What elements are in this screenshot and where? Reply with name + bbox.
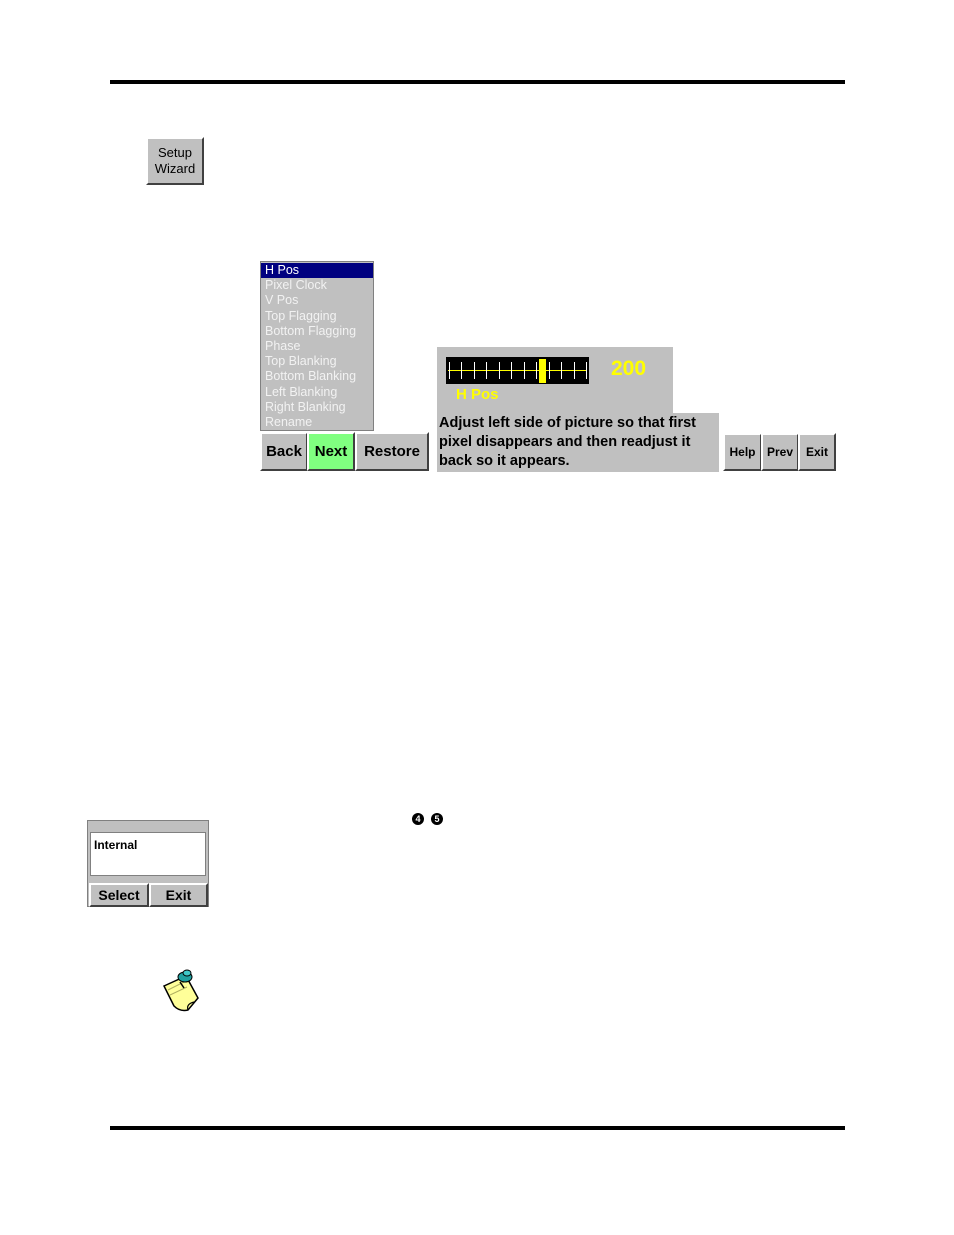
slider-tick <box>536 362 538 379</box>
setup-wizard-line2: Wizard <box>154 161 196 176</box>
list-item[interactable]: Bottom Blanking <box>261 369 373 384</box>
list-item[interactable]: H Pos <box>261 263 373 279</box>
prev-button[interactable]: Prev <box>761 433 799 471</box>
adjustment-list[interactable]: H Pos Pixel Clock V Pos Top Flagging Bot… <box>260 261 374 431</box>
select-button[interactable]: Select <box>89 883 149 907</box>
slider-value: 200 <box>611 357 647 380</box>
restore-button[interactable]: Restore <box>355 432 429 471</box>
slider-tick <box>449 362 450 379</box>
slider-tick <box>498 362 500 379</box>
list-item[interactable]: Rename <box>261 415 373 430</box>
h-pos-slider[interactable] <box>446 357 589 384</box>
note-pin-icon <box>162 969 199 1012</box>
list-item[interactable]: Bottom Flagging <box>261 324 373 339</box>
next-button[interactable]: Next <box>307 432 355 471</box>
slider-tick <box>511 362 513 379</box>
exit-button[interactable]: Exit <box>798 433 836 471</box>
slider-tick <box>486 362 488 379</box>
slider-tick <box>561 362 563 379</box>
list-item[interactable]: Left Blanking <box>261 385 373 400</box>
setup-wizard-button[interactable]: Setup Wizard <box>146 137 204 185</box>
help-button[interactable]: Help <box>723 433 762 471</box>
top-rule <box>110 80 845 84</box>
slider-tick <box>523 362 525 379</box>
source-dialog: Internal Select Exit <box>87 820 209 907</box>
slider-tick <box>473 362 475 379</box>
list-item[interactable]: V Pos <box>261 293 373 308</box>
bottom-rule <box>110 1126 845 1130</box>
slider-tick <box>461 362 463 379</box>
slider-thumb[interactable] <box>538 359 546 383</box>
slider-line <box>448 370 587 371</box>
instruction-text: Adjust left side of picture so that firs… <box>437 413 719 472</box>
slider-tick <box>586 362 587 379</box>
h-pos-slider-panel: 200 H Pos <box>437 347 673 413</box>
slider-label: H Pos <box>456 386 499 403</box>
setup-wizard-line1: Setup <box>158 145 192 160</box>
back-button[interactable]: Back <box>260 432 308 471</box>
circled-number-4: 4 <box>412 813 424 825</box>
list-item[interactable]: Top Flagging <box>261 309 373 324</box>
source-field[interactable]: Internal <box>90 832 206 876</box>
list-item[interactable]: Pixel Clock <box>261 278 373 293</box>
list-item[interactable]: Top Blanking <box>261 354 373 369</box>
exit-button[interactable]: Exit <box>149 883 208 907</box>
list-item[interactable]: Phase <box>261 339 373 354</box>
list-item[interactable]: Right Blanking <box>261 400 373 415</box>
slider-tick <box>548 362 550 379</box>
slider-tick <box>573 362 575 379</box>
circled-number-5: 5 <box>431 813 443 825</box>
